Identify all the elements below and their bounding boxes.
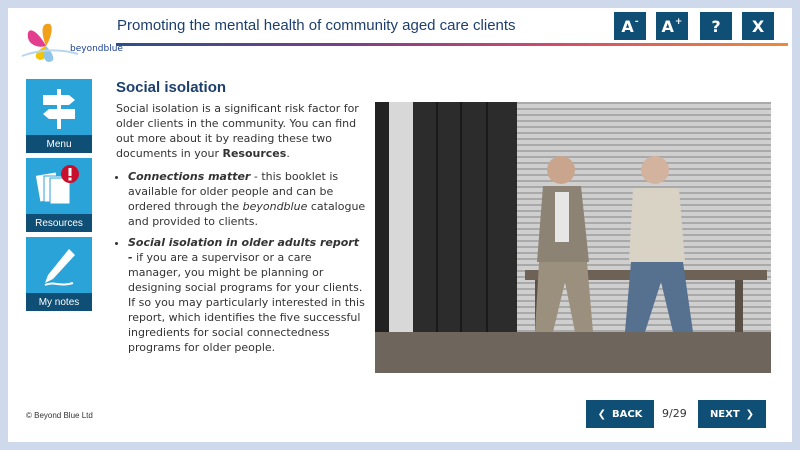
close-button[interactable]: X (742, 12, 774, 40)
back-button[interactable]: ❮ BACK (586, 400, 654, 428)
sidebar-item-my-notes[interactable]: My notes (26, 237, 92, 311)
next-label: NEXT (709, 408, 740, 420)
bullet-text: if you are a supervisor or a care manage… (128, 251, 365, 354)
help-icon: ? (711, 16, 721, 36)
increase-font-label: A (661, 16, 674, 36)
resources-bold-text: Resources (222, 147, 287, 160)
chevron-left-icon: ❮ (597, 408, 606, 420)
page-title: Promoting the mental health of community… (117, 17, 516, 34)
decrease-font-label: A (621, 16, 634, 36)
back-label: BACK (611, 408, 643, 420)
signpost-icon (43, 89, 75, 129)
section-heading: Social isolation (116, 79, 227, 96)
sidebar-item-label: Menu (26, 135, 92, 153)
close-icon: X (751, 16, 765, 36)
list-item: Social isolation in older adults report … (128, 235, 366, 355)
list-item: Connections matter - this booklet is ava… (128, 169, 366, 229)
intro-end: . (286, 147, 290, 160)
bullet-title: Connections matter (128, 170, 251, 183)
content-body: Social isolation is a significant risk f… (116, 101, 366, 361)
beyondblue-logo: beyondblue (18, 16, 123, 66)
page-counter: 9/29 (662, 407, 687, 420)
app-frame: beyondblue Promoting the mental health o… (8, 8, 792, 442)
sidebar-item-label: Resources (26, 214, 92, 232)
header-gradient-divider (116, 43, 788, 46)
sidebar-item-label: My notes (26, 293, 92, 311)
bullet-list: Connections matter - this booklet is ava… (116, 169, 366, 355)
photo-two-elderly-men-on-bench (375, 102, 771, 373)
intro-paragraph: Social isolation is a significant risk f… (116, 101, 366, 161)
next-button[interactable]: NEXT ❯ (698, 400, 766, 428)
sidebar-item-resources[interactable]: Resources (26, 158, 92, 232)
increase-font-button[interactable]: A + (656, 12, 688, 40)
plus-sign: + (674, 17, 683, 27)
pen-icon (44, 249, 75, 286)
copyright-text: © Beyond Blue Ltd (26, 411, 93, 420)
chevron-right-icon: ❯ (745, 408, 755, 420)
butterfly-icon (21, 23, 79, 62)
decrease-font-button[interactable]: A- (614, 12, 646, 40)
help-button[interactable]: ? (700, 12, 732, 40)
sidebar-item-menu[interactable]: Menu (26, 79, 92, 153)
bullet-italic: beyondblue (242, 200, 308, 213)
documents-alert-icon (36, 165, 79, 205)
minus-sign: - (634, 17, 639, 27)
